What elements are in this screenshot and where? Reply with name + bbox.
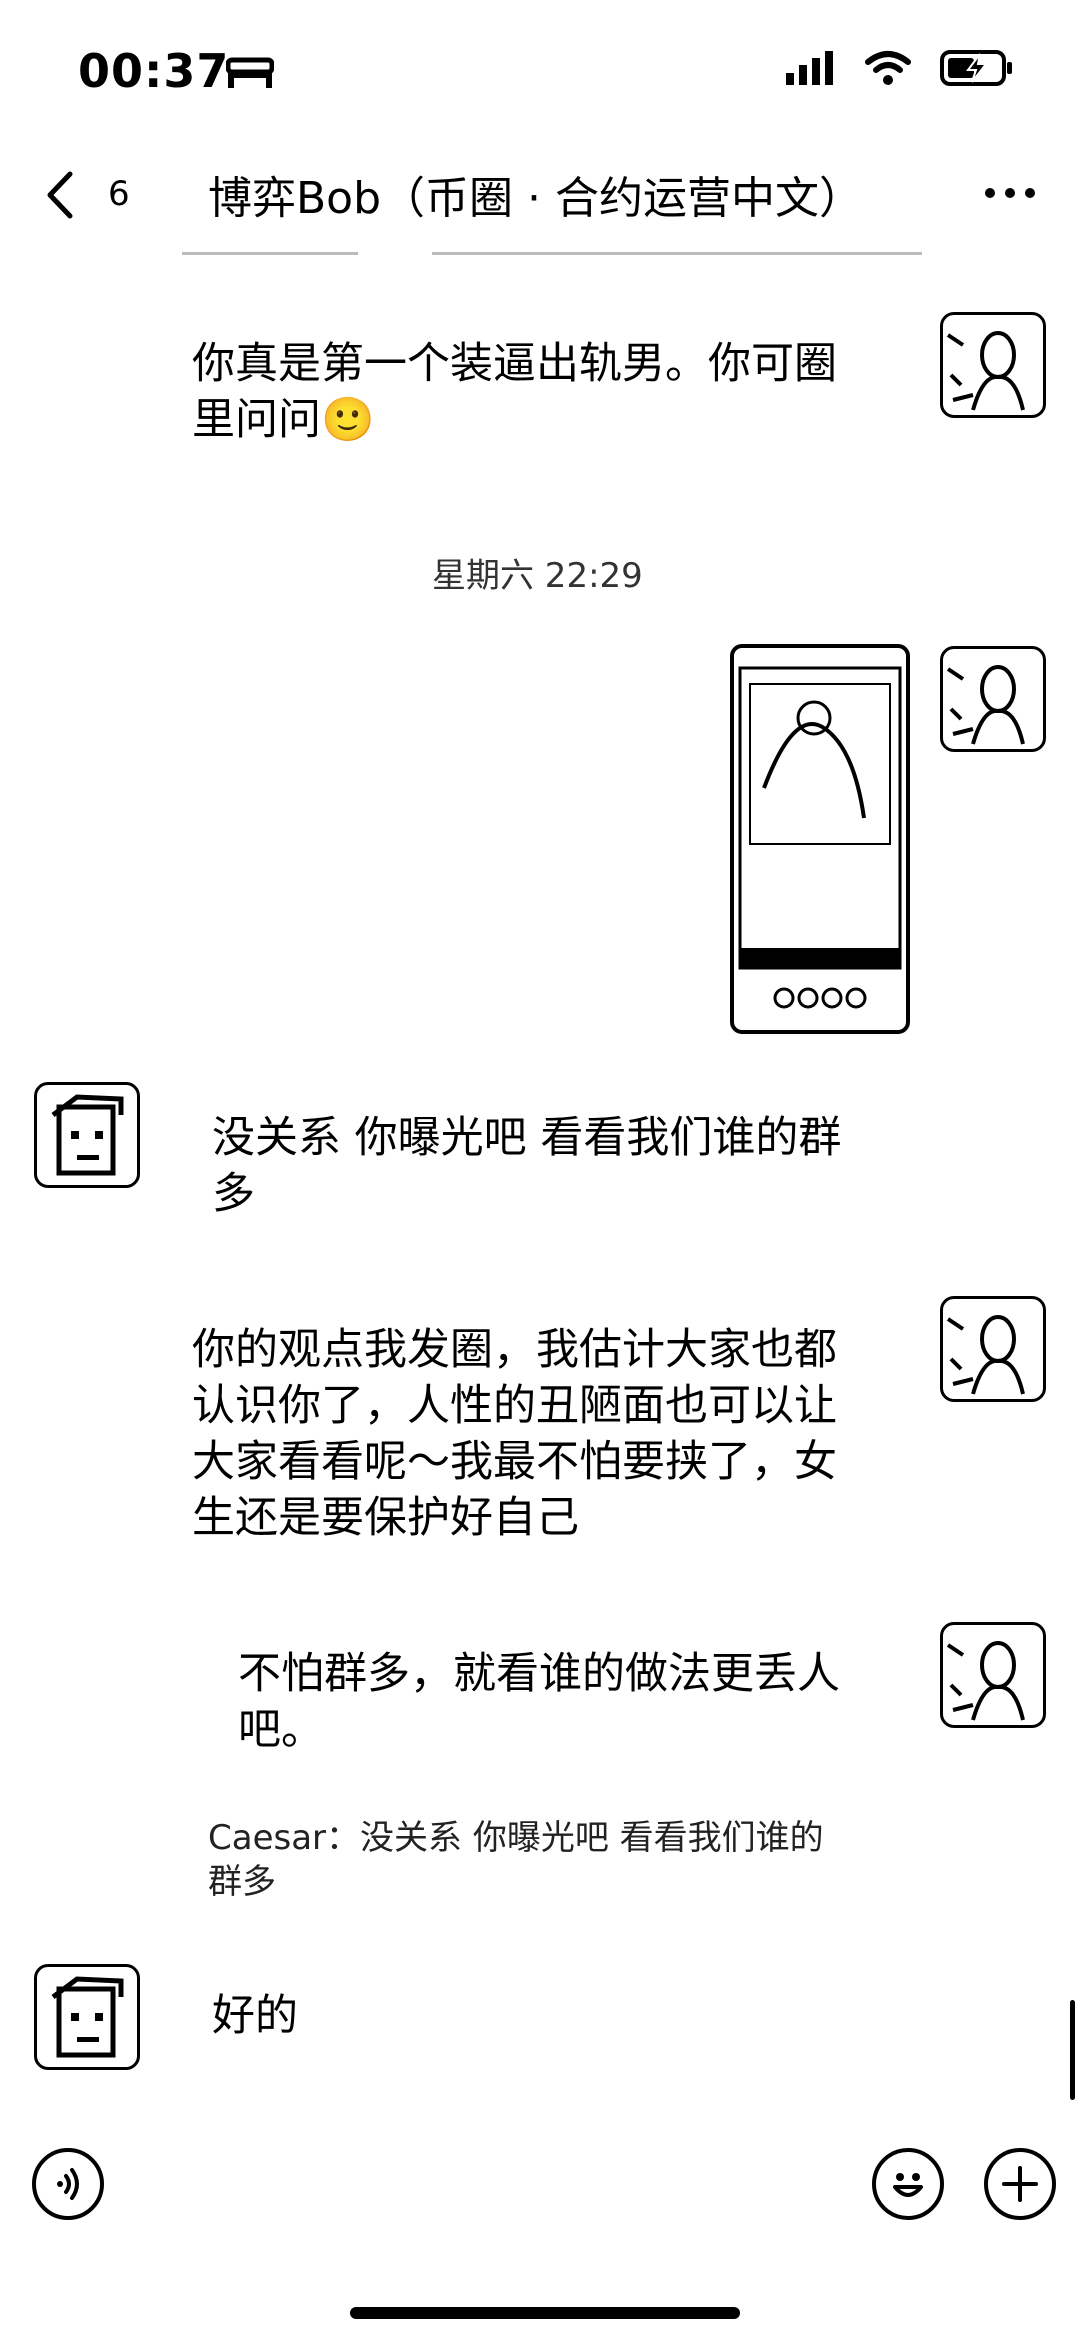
- chat-title: 博弈Bob（币圈 · 合约运营中文）: [208, 173, 863, 224]
- back-button[interactable]: [40, 168, 80, 222]
- pixel-face-avatar-icon: [51, 1976, 124, 2058]
- battery-charging-icon: [940, 50, 1014, 90]
- nav-divider: [182, 252, 358, 255]
- unread-count: 6: [108, 174, 130, 214]
- emoji-icon: [893, 2173, 923, 2197]
- avatar-portrait-icon: [946, 1315, 1025, 1395]
- nav-divider: [432, 252, 922, 255]
- message-text[interactable]: 你的观点我发圈，我估计大家也都 认识你了，人性的丑陋面也可以让 大家看看呢～我最…: [192, 1322, 892, 1546]
- wifi-icon: [864, 50, 912, 90]
- phone-screenshot-image: [738, 666, 902, 1009]
- my-avatar[interactable]: [940, 1296, 1046, 1402]
- cellular-signal-icon: [786, 51, 836, 89]
- contact-avatar[interactable]: [34, 1964, 140, 2070]
- status-time: 00:37: [78, 44, 230, 98]
- message-text[interactable]: 不怕群多，就看谁的做法更丢人 吧。: [238, 1646, 898, 1758]
- avatar-portrait-icon: [946, 1641, 1025, 1721]
- pixel-face-avatar-icon: [51, 1094, 124, 1176]
- add-button[interactable]: [984, 2148, 1056, 2220]
- message-text[interactable]: 你真是第一个装逼出轨男。你可圈 里问问🙂: [192, 336, 892, 448]
- my-avatar[interactable]: [940, 646, 1046, 752]
- image-message[interactable]: [730, 644, 910, 1034]
- chevron-left-icon: [47, 171, 73, 219]
- plus-circle-icon: [1002, 2166, 1038, 2202]
- quoted-message[interactable]: Caesar：没关系 你曝光吧 看看我们谁的 群多: [208, 1816, 908, 1904]
- avatar-portrait-icon: [946, 665, 1025, 745]
- more-button[interactable]: [980, 168, 1040, 218]
- voice-input-icon: [57, 2168, 79, 2200]
- voice-input-button[interactable]: [32, 2148, 104, 2220]
- status-icons: [786, 50, 1014, 90]
- message-text[interactable]: 没关系 你曝光吧 看看我们谁的群 多: [212, 1110, 912, 1222]
- avatar-portrait-icon: [946, 331, 1025, 411]
- my-avatar[interactable]: [940, 312, 1046, 418]
- bed-icon: [225, 56, 275, 88]
- more-horizontal-icon: [985, 188, 1035, 198]
- home-indicator[interactable]: [350, 2307, 740, 2319]
- my-avatar[interactable]: [940, 1622, 1046, 1728]
- message-text[interactable]: 好的: [212, 1988, 298, 2044]
- time-separator: 星期六 22:29: [432, 556, 643, 596]
- contact-avatar[interactable]: [34, 1082, 140, 1188]
- emoji-button[interactable]: [872, 2148, 944, 2220]
- scrollbar[interactable]: [1070, 2000, 1075, 2100]
